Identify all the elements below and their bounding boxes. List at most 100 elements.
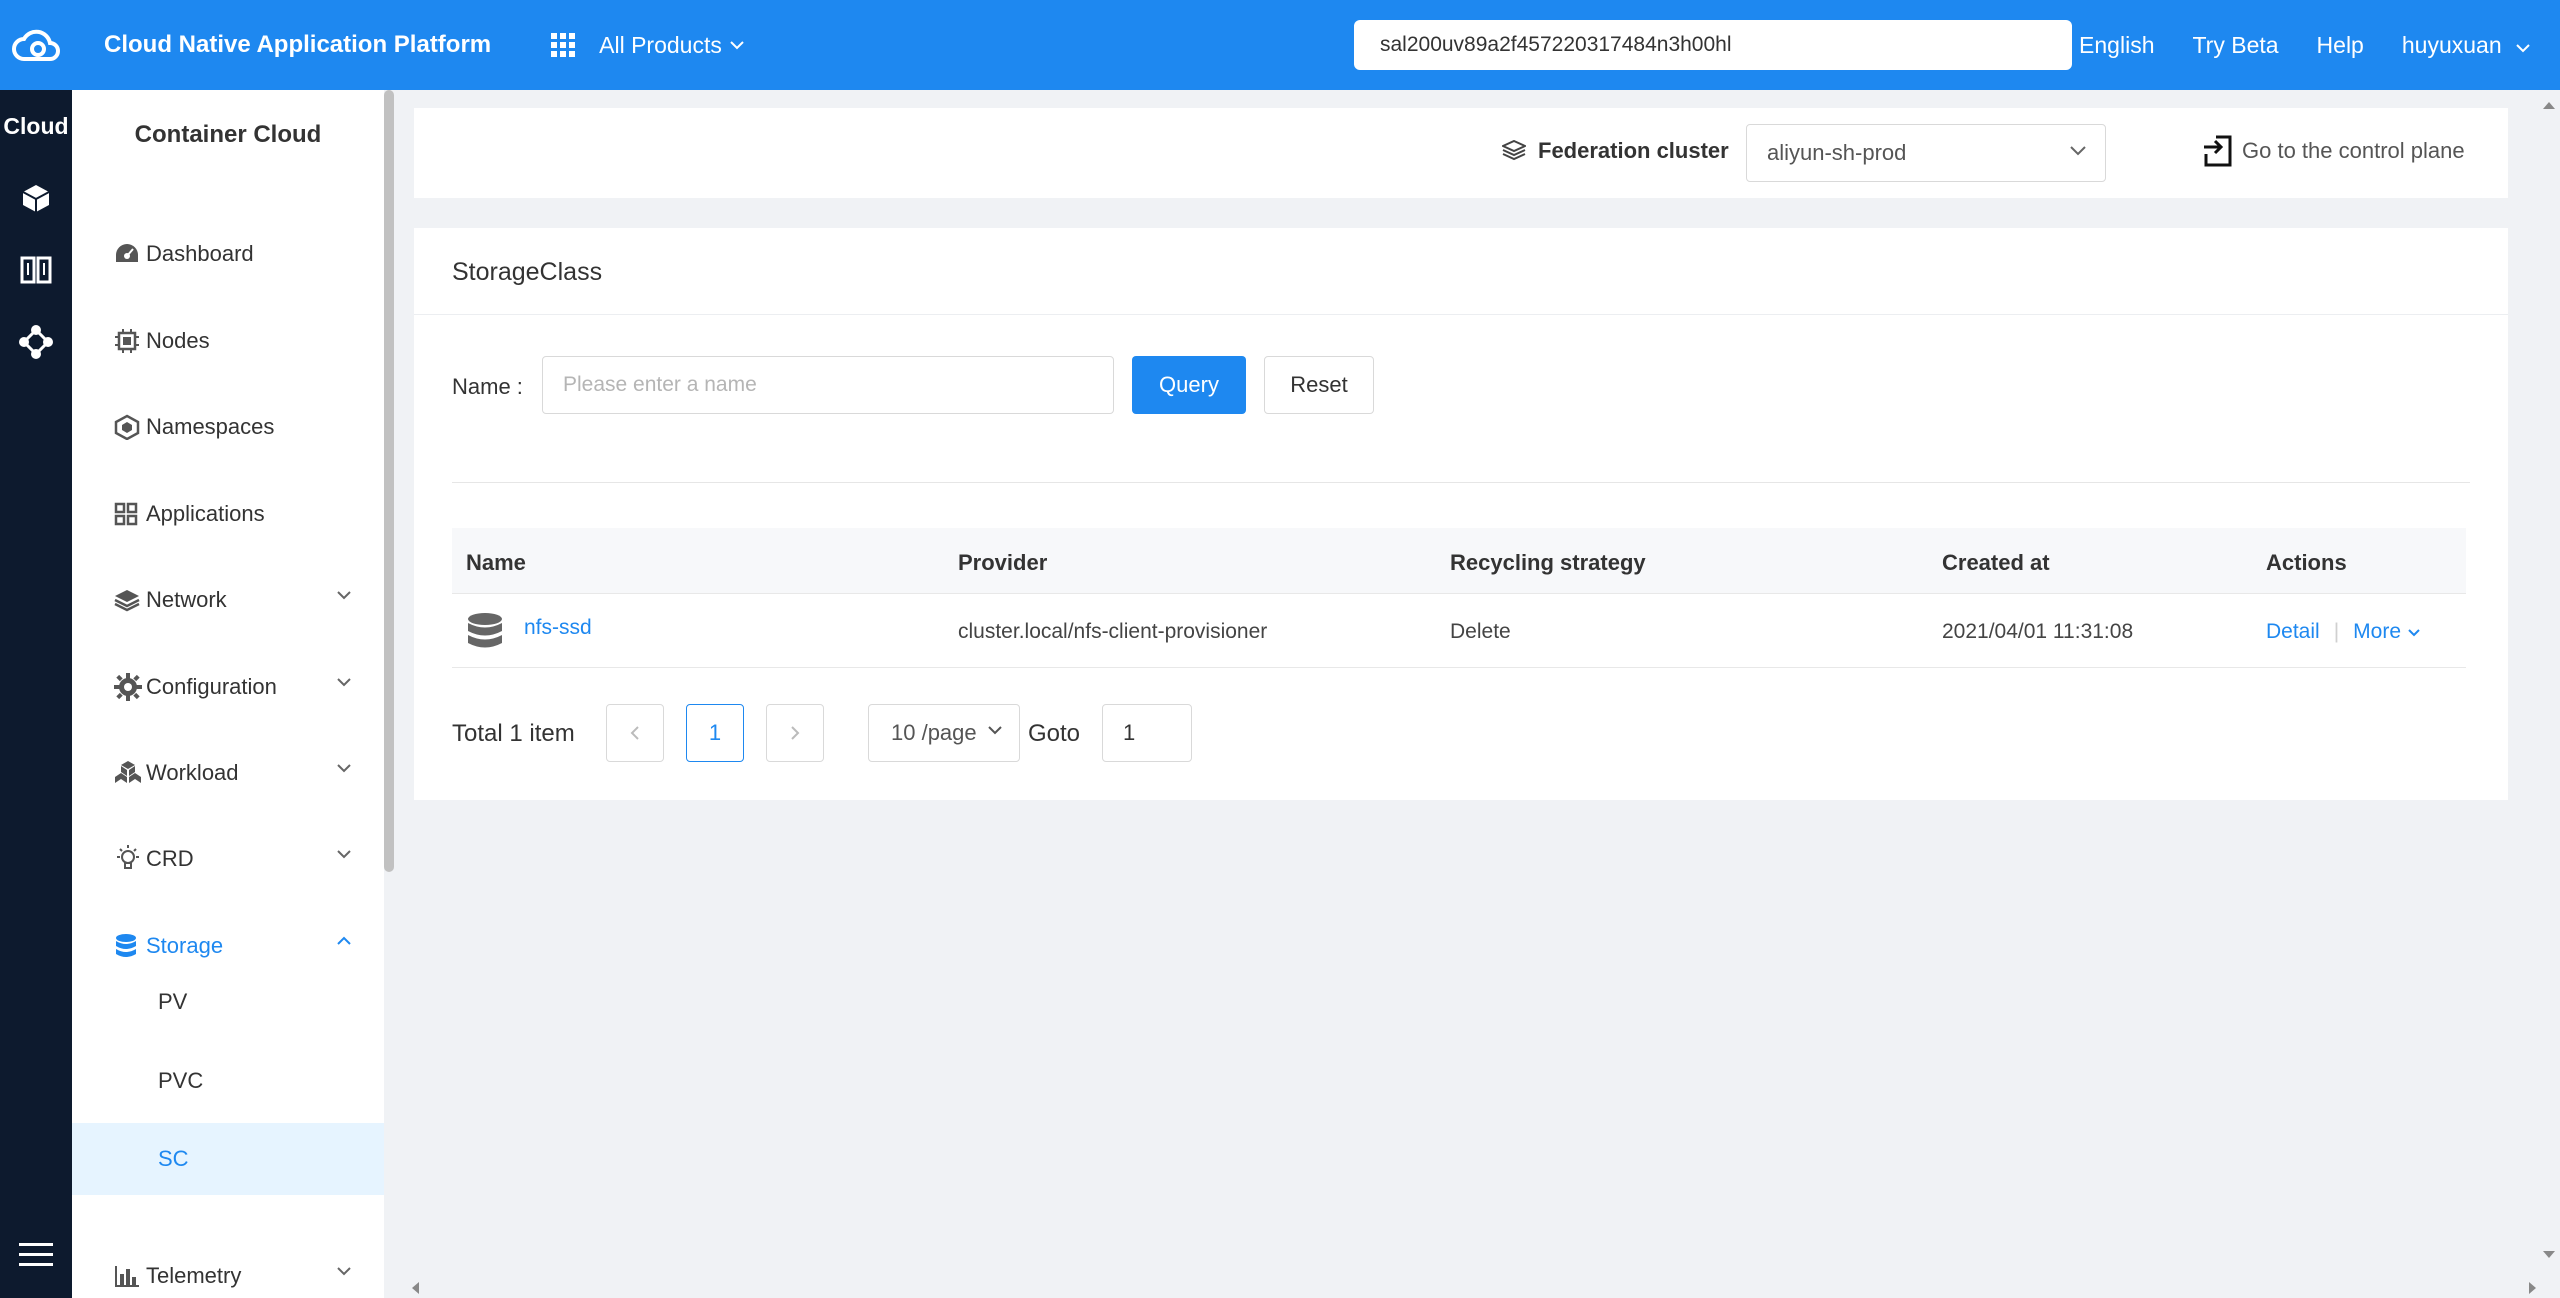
column-header-recycling: Recycling strategy [1450, 550, 1646, 575]
sidebar-item-nodes[interactable]: Nodes [72, 311, 384, 371]
sidebar-item-label: Namespaces [146, 414, 275, 439]
goto-page-input[interactable] [1102, 704, 1192, 762]
database-icon [114, 933, 144, 959]
sidebar-item-dashboard[interactable]: Dashboard [72, 224, 384, 284]
sidebar-item-label: Configuration [146, 674, 277, 699]
try-beta-link[interactable]: Try Beta [2192, 32, 2278, 59]
scroll-down-arrow-icon[interactable] [2542, 1250, 2556, 1260]
page-title: StorageClass [452, 258, 603, 286]
chevron-down-icon [337, 1267, 351, 1276]
apps-grid-icon [114, 502, 144, 526]
query-button[interactable]: Query [1132, 356, 1246, 414]
sidebar-item-label: Telemetry [146, 1263, 242, 1288]
help-link[interactable]: Help [2317, 32, 2364, 59]
sidebar-item-label: Dashboard [146, 241, 254, 266]
container-cloud-rail-icon[interactable] [0, 162, 72, 234]
scroll-up-arrow-icon[interactable] [2542, 100, 2556, 110]
sidebar-item-label: Nodes [146, 328, 210, 353]
created-cell: 2021/04/01 11:31:08 [1942, 620, 2134, 643]
column-header-actions: Actions [2266, 550, 2347, 575]
chevron-down-icon [337, 850, 351, 859]
chevron-right-icon [791, 726, 800, 740]
cloud-logo-icon[interactable] [0, 0, 72, 90]
page-size-select[interactable]: 10 /page [868, 704, 1020, 762]
recycling-cell: Delete [1450, 620, 1511, 643]
name-filter-label: Name : [452, 374, 523, 399]
prev-page-button[interactable] [606, 704, 664, 762]
more-dropdown[interactable]: More [2353, 620, 2421, 643]
language-switch[interactable]: English [2079, 32, 2154, 59]
actions-cell: Detail | More [2266, 620, 2421, 644]
more-label: More [2353, 620, 2402, 643]
sidebar-scrollbar[interactable] [384, 90, 394, 1298]
top-bar: Cloud Native Application Platform All Pr… [0, 0, 2560, 90]
page-1-button[interactable]: 1 [686, 704, 744, 762]
federation-cluster-value: aliyun-sh-prod [1767, 140, 1907, 165]
pagination: Total 1 item 1 10 /page Goto [452, 704, 1452, 762]
storageclass-card: StorageClass Name : Query Reset Name Pro… [414, 228, 2508, 800]
user-menu[interactable]: huyuxuan [2402, 32, 2530, 59]
sidebar-item-configuration[interactable]: Configuration [72, 657, 384, 717]
page-horizontal-scrollbar[interactable] [394, 1276, 2538, 1298]
chevron-up-icon [337, 936, 351, 945]
cube-group-icon [114, 414, 144, 440]
sidebar-item-telemetry[interactable]: Telemetry [72, 1246, 384, 1298]
layers-icon [1502, 140, 1526, 161]
reset-button[interactable]: Reset [1264, 356, 1374, 414]
chevron-down-icon [2408, 629, 2420, 637]
sidebar-subitem-pvc[interactable]: PVC [72, 1045, 384, 1117]
sidebar-item-namespaces[interactable]: Namespaces [72, 397, 384, 457]
chevron-down-icon [2516, 43, 2530, 52]
table-row: nfs-ssd cluster.local/nfs-client-provisi… [452, 594, 2466, 668]
chevron-down-icon [337, 591, 351, 600]
filter-divider [452, 482, 2470, 483]
rail-title: Cloud [3, 112, 69, 139]
dashboard-icon [114, 242, 144, 266]
icon-rail: Cloud [0, 90, 72, 1298]
sidebar-item-workload[interactable]: Workload [72, 743, 384, 803]
action-separator: | [2333, 620, 2340, 643]
sidebar-item-network[interactable]: Network [72, 570, 384, 630]
control-plane-text: Go to the control plane [2242, 138, 2465, 163]
sidebar-item-label: Network [146, 587, 227, 612]
chevron-down-icon [2070, 146, 2086, 156]
app-title[interactable]: Cloud Native Application Platform [104, 31, 491, 59]
menu-icon[interactable] [0, 1242, 72, 1268]
all-products-menu[interactable]: All Products [551, 32, 744, 59]
name-filter-input[interactable] [542, 356, 1114, 414]
sidebar-subitem-sc[interactable]: SC [72, 1123, 384, 1195]
next-page-button[interactable] [766, 704, 824, 762]
chip-icon [114, 328, 144, 354]
total-items: Total 1 item [452, 720, 575, 747]
sidebar-scrollbar-thumb[interactable] [384, 90, 394, 872]
page-size-value: 10 /page [891, 720, 977, 745]
scroll-left-arrow-icon[interactable] [410, 1281, 420, 1295]
goto-label: Goto [1028, 720, 1081, 747]
chevron-left-icon [630, 726, 639, 740]
control-plane-link[interactable]: Go to the control plane [2202, 134, 2465, 168]
column-header-created: Created at [1942, 550, 2050, 575]
scroll-right-arrow-icon[interactable] [2528, 1281, 2538, 1295]
database-icon [468, 613, 502, 648]
storageclass-table: Name Provider Recycling strategy Created… [452, 528, 2466, 668]
sidebar-subitem-pv[interactable]: PV [72, 966, 384, 1038]
page-vertical-scrollbar[interactable] [2538, 90, 2560, 1298]
federation-bar: Federation cluster aliyun-sh-prod Go to … [414, 108, 2508, 198]
cubes-icon [114, 760, 144, 786]
storageclass-name-link[interactable]: nfs-ssd [524, 616, 592, 640]
gear-icon [114, 673, 144, 701]
column-header-provider: Provider [958, 550, 1048, 575]
search-input[interactable] [1354, 20, 2072, 70]
all-products-label: All Products [599, 31, 722, 58]
mesh-rail-icon[interactable] [0, 306, 72, 378]
table-header: Name Provider Recycling strategy Created… [452, 528, 2466, 594]
sidebar-item-applications[interactable]: Applications [72, 484, 384, 544]
sidebar-title: Container Cloud [134, 121, 322, 148]
sidebar: Container Cloud Dashboard Nodes Namespac… [72, 90, 384, 1298]
column-header-name: Name [466, 550, 526, 575]
federation-cluster-select[interactable]: aliyun-sh-prod [1746, 124, 2106, 182]
federation-cluster-label: Federation cluster [1502, 138, 1729, 164]
sidebar-item-crd[interactable]: CRD [72, 829, 384, 889]
book-rail-icon[interactable] [0, 234, 72, 306]
detail-link[interactable]: Detail [2266, 620, 2320, 643]
